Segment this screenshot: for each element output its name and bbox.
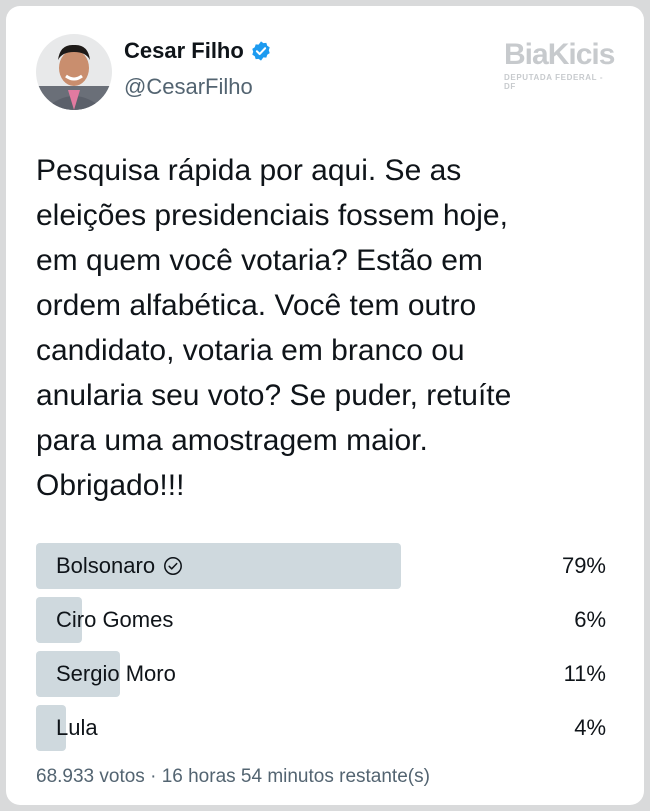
poll: Bolsonaro 79% Ciro Gomes 6% Sergio Moro 11% Lu… [36,543,606,759]
author-name[interactable]: Cesar Filho [124,38,244,64]
avatar-photo-icon [36,34,112,110]
author-handle[interactable]: @CesarFilho [124,74,253,100]
poll-footer: 68.933 votos · 16 horas 54 minutos resta… [36,766,430,787]
poll-option-percent: 11% [563,661,606,686]
poll-option-label: Lula [56,705,98,751]
author-name-row: Cesar Filho [124,38,272,64]
poll-option: Sergio Moro 11% [36,651,606,697]
poll-option: Lula 4% [36,705,606,751]
poll-option-text: Lula [56,715,98,740]
poll-option-text: Sergio Moro [56,661,176,686]
poll-option-percent: 79% [561,553,606,578]
watermark-subtitle: DEPUTADA FEDERAL - DF [504,73,604,91]
poll-option-percent: 6% [574,607,606,632]
watermark-brand-part1: Bia [504,38,549,71]
poll-option-label: Bolsonaro [56,543,183,589]
poll-option: Bolsonaro 79% [36,543,606,589]
tweet-text: Pesquisa rápida por aqui. Se as eleições… [36,154,512,502]
check-circle-icon [163,556,183,576]
verified-badge-icon [250,40,272,62]
watermark-logo: BiaKicis DEPUTADA FEDERAL - DF [504,38,616,92]
poll-option-label: Ciro Gomes [56,597,173,643]
poll-option-text: Bolsonaro [56,553,156,578]
poll-option-percent: 4% [574,715,606,740]
tweet-card: Cesar Filho @CesarFilho BiaKicis DEPUTAD… [6,6,644,805]
watermark-brand: BiaKicis [504,38,616,71]
poll-option-label: Sergio Moro [56,651,176,697]
poll-option: Ciro Gomes 6% [36,597,606,643]
watermark-brand-part2: Kicis [547,38,616,71]
poll-option-text: Ciro Gomes [56,607,174,632]
avatar[interactable] [36,34,112,110]
